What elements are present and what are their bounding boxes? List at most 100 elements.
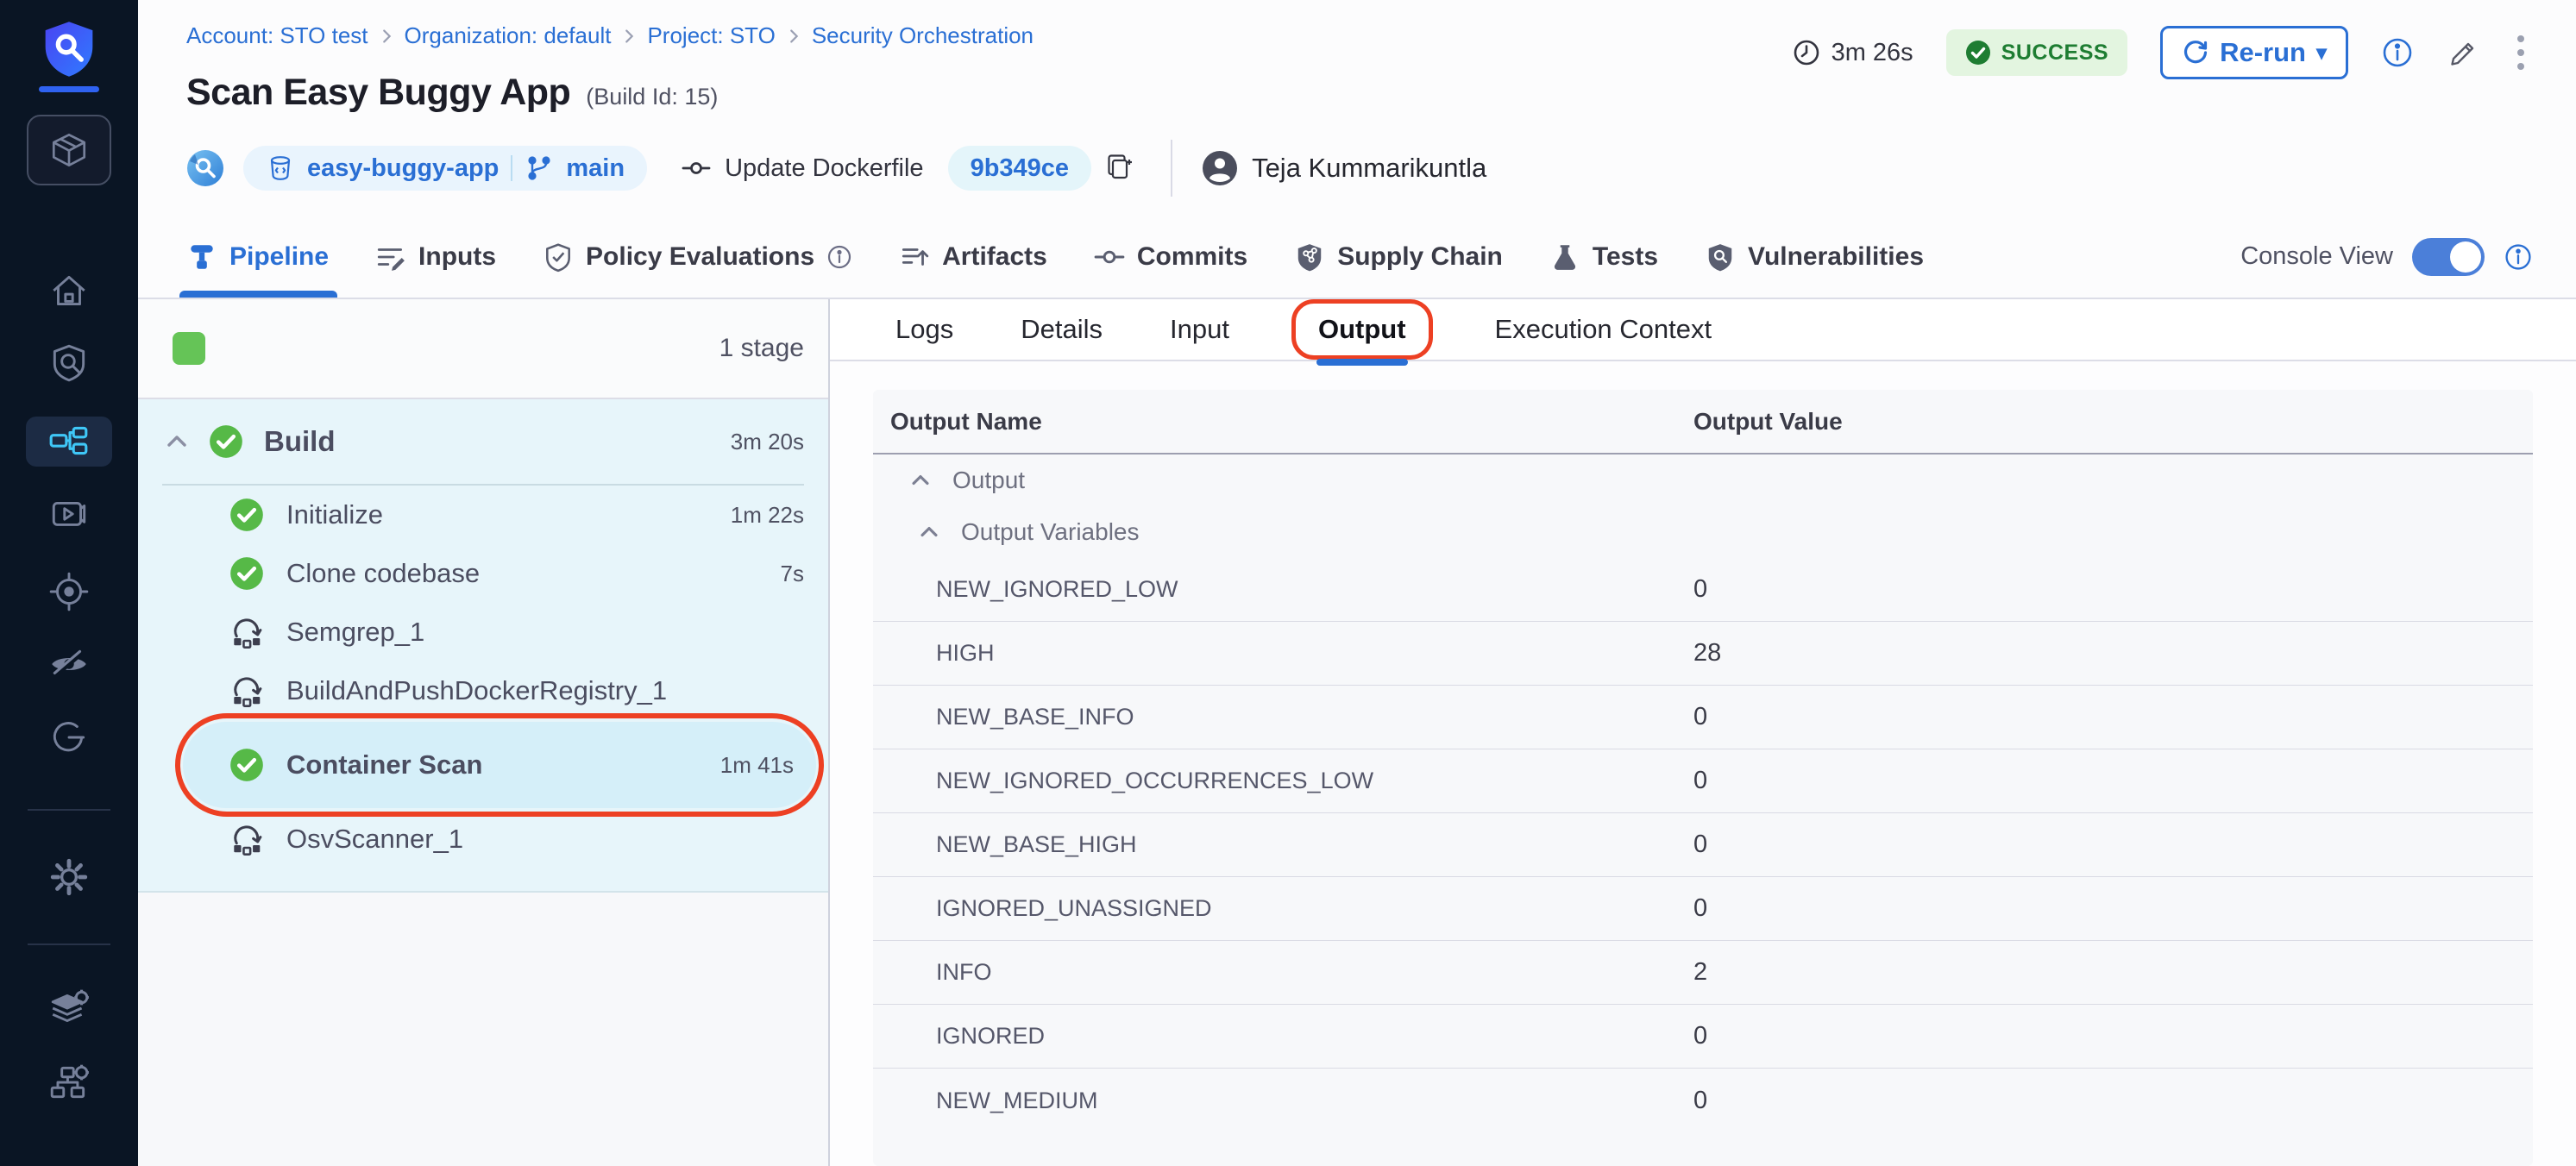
tab-input[interactable]: Input xyxy=(1165,302,1235,357)
breadcrumb-org[interactable]: Organization: default xyxy=(405,22,612,49)
more-options-kebab-icon[interactable] xyxy=(2514,32,2528,73)
success-check-icon xyxy=(229,556,264,591)
stage-duration: 3m 20s xyxy=(731,429,804,455)
step-row-container-scan-selected[interactable]: Container Scan 1m 41s xyxy=(183,722,816,808)
step-row-initialize[interactable]: Initialize 1m 22s xyxy=(138,486,828,544)
tab-label: Supply Chain xyxy=(1337,242,1503,272)
breadcrumb-project[interactable]: Project: STO xyxy=(647,22,775,49)
inputs-tab-icon xyxy=(375,241,406,273)
step-name: Clone codebase xyxy=(286,558,480,589)
table-row: IGNORED_UNASSIGNED 0 xyxy=(873,877,2533,941)
output-var-name: NEW_IGNORED_OCCURRENCES_LOW xyxy=(873,768,1693,794)
output-var-value: 0 xyxy=(1693,1087,1707,1115)
nav-targets-icon[interactable] xyxy=(47,570,91,613)
tab-details[interactable]: Details xyxy=(1015,302,1108,357)
nav-divider xyxy=(28,809,110,811)
module-selector-button[interactable] xyxy=(27,115,111,185)
nav-divider xyxy=(28,943,110,945)
output-var-value: 0 xyxy=(1693,703,1707,731)
info-icon xyxy=(826,244,852,270)
tab-inputs[interactable]: Inputs xyxy=(375,216,496,298)
commit-icon xyxy=(682,154,711,183)
tab-label: Commits xyxy=(1137,242,1247,272)
repo-branch-pill[interactable]: easy-buggy-app main xyxy=(243,146,647,191)
vertical-divider xyxy=(1171,140,1172,197)
step-duration: 7s xyxy=(781,561,804,587)
step-name: OsvScanner_1 xyxy=(286,824,463,855)
stage-row-build[interactable]: Build 3m 20s xyxy=(138,399,828,484)
tab-logs[interactable]: Logs xyxy=(890,302,958,357)
tab-execution-context[interactable]: Execution Context xyxy=(1490,302,1718,357)
info-icon[interactable] xyxy=(2504,242,2533,272)
nav-settings-gear-icon[interactable] xyxy=(47,856,91,899)
info-icon[interactable] xyxy=(2381,36,2414,69)
table-row: NEW_BASE_HIGH 0 xyxy=(873,813,2533,877)
output-var-name: IGNORED xyxy=(873,1023,1693,1050)
output-var-name: NEW_BASE_HIGH xyxy=(873,831,1693,858)
step-row-clone-codebase[interactable]: Clone codebase 7s xyxy=(138,544,828,603)
app-window: Account: STO test Organization: default … xyxy=(0,0,2576,1166)
tab-pipeline[interactable]: Pipeline xyxy=(186,216,329,298)
copy-icon[interactable] xyxy=(1103,152,1136,185)
step-row-osv-scanner[interactable]: OsvScanner_1 xyxy=(138,810,828,868)
edit-pencil-icon[interactable] xyxy=(2447,35,2481,70)
stage-name: Build xyxy=(264,425,335,458)
nav-exemptions-eye-off-icon[interactable] xyxy=(47,643,91,686)
table-row: NEW_IGNORED_OCCURRENCES_LOW 0 xyxy=(873,749,2533,813)
column-output-name: Output Name xyxy=(873,408,1693,436)
commit-sha-pill[interactable]: 9b349ce xyxy=(948,146,1092,191)
group-row-output-variables[interactable]: Output Variables xyxy=(873,506,2533,558)
nav-executions-icon[interactable] xyxy=(47,494,91,537)
step-row-build-and-push[interactable]: BuildAndPushDockerRegistry_1 xyxy=(138,661,828,720)
nav-accent-bar xyxy=(39,86,99,92)
repo-name: easy-buggy-app xyxy=(307,154,499,183)
chevron-right-icon xyxy=(784,27,803,46)
output-var-value: 28 xyxy=(1693,639,1721,668)
breadcrumb-module[interactable]: Security Orchestration xyxy=(812,22,1034,49)
output-var-name: NEW_IGNORED_LOW xyxy=(873,576,1693,603)
table-row: NEW_BASE_INFO 0 xyxy=(873,686,2533,749)
breadcrumb-account[interactable]: Account: STO test xyxy=(186,22,368,49)
step-detail-tabs: Logs Details Input Output Execution Cont… xyxy=(830,299,2576,361)
output-var-name: IGNORED_UNASSIGNED xyxy=(873,895,1693,922)
tab-commits[interactable]: Commits xyxy=(1094,216,1247,298)
success-check-icon xyxy=(229,748,264,782)
execution-header: Account: STO test Organization: default … xyxy=(138,0,2576,216)
output-table: Output Name Output Value Output Output V… xyxy=(873,390,2533,1166)
step-name: Semgrep_1 xyxy=(286,617,424,648)
policy-shield-icon xyxy=(543,241,574,273)
tab-label: Pipeline xyxy=(229,242,329,272)
output-var-name: NEW_BASE_INFO xyxy=(873,704,1693,730)
tab-supply-chain[interactable]: Supply Chain xyxy=(1294,216,1503,298)
vulnerabilities-shield-icon xyxy=(1705,241,1736,273)
step-row-semgrep[interactable]: Semgrep_1 xyxy=(138,603,828,661)
nav-default-settings-layers-icon[interactable] xyxy=(47,987,91,1030)
nav-pipelines-active[interactable] xyxy=(26,417,112,467)
output-var-value: 0 xyxy=(1693,575,1707,604)
nav-org-settings-network-icon[interactable] xyxy=(47,1061,91,1104)
chevron-right-icon xyxy=(377,27,396,46)
output-var-name: INFO xyxy=(873,959,1693,986)
nav-getting-started-icon[interactable] xyxy=(47,716,91,759)
rerun-button[interactable]: Re-run ▾ xyxy=(2160,26,2348,79)
tab-policy-evaluations[interactable]: Policy Evaluations xyxy=(543,216,852,298)
nav-home-icon[interactable] xyxy=(47,270,91,313)
tab-output-active-annotated[interactable]: Output xyxy=(1291,299,1433,360)
group-label: Output Variables xyxy=(961,518,1140,546)
avatar-icon xyxy=(1202,150,1238,186)
tab-vulnerabilities[interactable]: Vulnerabilities xyxy=(1705,216,1924,298)
output-var-name: NEW_MEDIUM xyxy=(873,1088,1693,1114)
table-row: NEW_IGNORED_LOW 0 xyxy=(873,558,2533,622)
module-cube-icon xyxy=(47,129,91,172)
column-output-value: Output Value xyxy=(1693,408,1843,436)
console-view-toggle[interactable] xyxy=(2412,238,2485,276)
output-table-header: Output Name Output Value xyxy=(873,390,2533,454)
not-started-icon xyxy=(229,822,264,856)
branch-name: main xyxy=(566,154,625,183)
chevron-right-icon xyxy=(619,27,638,46)
group-row-output[interactable]: Output xyxy=(873,454,2533,506)
tab-tests[interactable]: Tests xyxy=(1549,216,1658,298)
output-var-value: 0 xyxy=(1693,894,1707,923)
nav-scan-shield-icon[interactable] xyxy=(47,341,91,384)
tab-artifacts[interactable]: Artifacts xyxy=(899,216,1047,298)
